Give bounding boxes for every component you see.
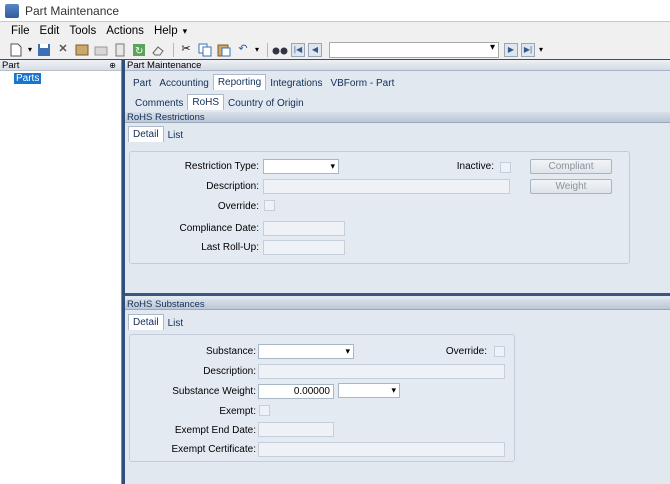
tree-pane-header: Part ⊕ (0, 60, 121, 71)
delete-icon[interactable]: ✕ (55, 42, 71, 58)
pane-splitter[interactable] (125, 293, 670, 296)
restrictions-tabs: Detail List (128, 126, 187, 142)
restriction-type-combo[interactable] (263, 159, 339, 174)
refresh-icon[interactable]: ↻ (131, 42, 147, 58)
tab-part[interactable]: Part (129, 77, 155, 90)
new-dropdown-icon[interactable]: ▾ (27, 42, 33, 58)
inactive-checkbox[interactable] (500, 162, 511, 173)
substance-override-checkbox[interactable] (494, 346, 505, 357)
restrictions-detail-panel: Restriction Type: Inactive: Compliant De… (129, 151, 630, 264)
tab-vbform-part[interactable]: VBForm - Part (326, 77, 398, 90)
substance-weight-field[interactable]: 0.00000 (258, 384, 334, 399)
app-icon (5, 3, 19, 18)
exempt-certificate-field[interactable] (258, 442, 505, 457)
tab-integrations[interactable]: Integrations (266, 77, 326, 90)
tree-pane: Part ⊕ Parts (0, 60, 122, 484)
undo-icon[interactable]: ↶ (235, 42, 251, 58)
menu-bar: File Edit Tools Actions Help ▾ (0, 22, 670, 40)
part-maintenance-pane: Part Maintenance Part Accounting Reporti… (125, 60, 670, 484)
binoculars-icon[interactable] (272, 42, 288, 58)
description-label: Description: (206, 181, 259, 192)
substance-weight-label: Substance Weight: (172, 386, 256, 397)
tab-rohs[interactable]: RoHS (187, 94, 225, 110)
folder-icon[interactable] (93, 42, 109, 58)
compliant-button[interactable]: Compliant (530, 159, 612, 174)
tab-restrictions-list[interactable]: List (164, 129, 188, 142)
tab-substances-list[interactable]: List (164, 317, 188, 330)
rohs-substances-header: RoHS Substances (125, 299, 670, 310)
substance-label: Substance: (205, 346, 256, 357)
substance-combo[interactable] (258, 344, 354, 359)
override-label: Override: (217, 201, 259, 212)
inactive-label: Inactive: (456, 161, 494, 172)
menu-file[interactable]: File (6, 25, 35, 37)
substances-detail-panel: Substance: Override: Description: Substa… (129, 334, 515, 462)
menu-tools[interactable]: Tools (64, 25, 101, 37)
menu-actions[interactable]: Actions (101, 25, 149, 37)
exempt-checkbox[interactable] (259, 405, 270, 416)
tab-restrictions-detail[interactable]: Detail (128, 126, 164, 142)
tab-comments[interactable]: Comments (131, 97, 187, 110)
new-icon[interactable] (8, 42, 24, 58)
window-title: Part Maintenance (25, 3, 120, 18)
substance-description-label: Description: (203, 366, 256, 377)
next-record-icon[interactable]: ▶ (504, 42, 518, 57)
override-checkbox[interactable] (264, 200, 275, 211)
book-icon[interactable] (74, 42, 90, 58)
tab-substances-detail[interactable]: Detail (128, 314, 164, 330)
tree-item-parts[interactable]: Parts (14, 73, 42, 84)
last-rollup-label: Last Roll-Up: (201, 242, 259, 253)
restriction-type-label: Restriction Type: (184, 161, 259, 172)
record-navigation-combo[interactable] (329, 41, 499, 58)
paste-icon[interactable] (216, 42, 232, 58)
exempt-certificate-label: Exempt Certificate: (171, 444, 256, 455)
first-record-icon[interactable]: |◀ (291, 42, 305, 57)
exempt-end-date-field[interactable] (258, 422, 334, 437)
copy-icon[interactable] (197, 42, 213, 58)
save-icon[interactable] (36, 42, 52, 58)
svg-text:↻: ↻ (135, 46, 143, 57)
pin-icon[interactable]: ⊕ (109, 61, 116, 70)
toolbar: ▾ ✕ ↻ ✂ ↶ ▾ |◀ ◀ ▶ ▶| ▾ (0, 40, 670, 59)
menu-overflow-icon[interactable]: ▾ (183, 26, 193, 37)
title-bar: Part Maintenance (0, 0, 670, 22)
substance-override-label: Override: (445, 346, 487, 357)
tree-pane-title: Part (2, 59, 20, 71)
exempt-label: Exempt: (219, 406, 256, 417)
menu-help[interactable]: Help (149, 25, 183, 37)
last-rollup-field[interactable] (263, 240, 345, 255)
tab-country-of-origin[interactable]: Country of Origin (224, 97, 308, 110)
menu-edit[interactable]: Edit (35, 25, 65, 37)
cut-icon[interactable]: ✂ (178, 42, 194, 58)
attach-icon[interactable] (112, 42, 128, 58)
undo-dropdown-icon[interactable]: ▾ (254, 42, 260, 58)
toolbar-separator (267, 42, 268, 57)
tab-accounting[interactable]: Accounting (155, 77, 212, 90)
toolbar-overflow-icon[interactable]: ▾ (538, 42, 544, 58)
rohs-restrictions-header: RoHS Restrictions (125, 112, 670, 123)
pane-header: Part Maintenance (125, 60, 670, 71)
last-record-icon[interactable]: ▶| (521, 42, 535, 57)
weight-button[interactable]: Weight (530, 179, 612, 194)
previous-record-icon[interactable]: ◀ (308, 42, 322, 57)
exempt-end-date-label: Exempt End Date: (174, 425, 256, 436)
sub-tabs: Comments RoHS Country of Origin (131, 94, 308, 110)
eraser-icon[interactable] (150, 42, 166, 58)
compliance-date-label: Compliance Date: (179, 223, 259, 234)
toolbar-separator (173, 42, 174, 57)
compliance-date-field[interactable] (263, 221, 345, 236)
tab-reporting[interactable]: Reporting (212, 74, 267, 90)
substance-weight-unit-combo[interactable] (338, 383, 400, 398)
description-field[interactable] (263, 179, 510, 194)
substances-tabs: Detail List (128, 314, 187, 330)
substance-description-field[interactable] (258, 364, 505, 379)
main-tabs: Part Accounting Reporting Integrations V… (129, 74, 398, 90)
